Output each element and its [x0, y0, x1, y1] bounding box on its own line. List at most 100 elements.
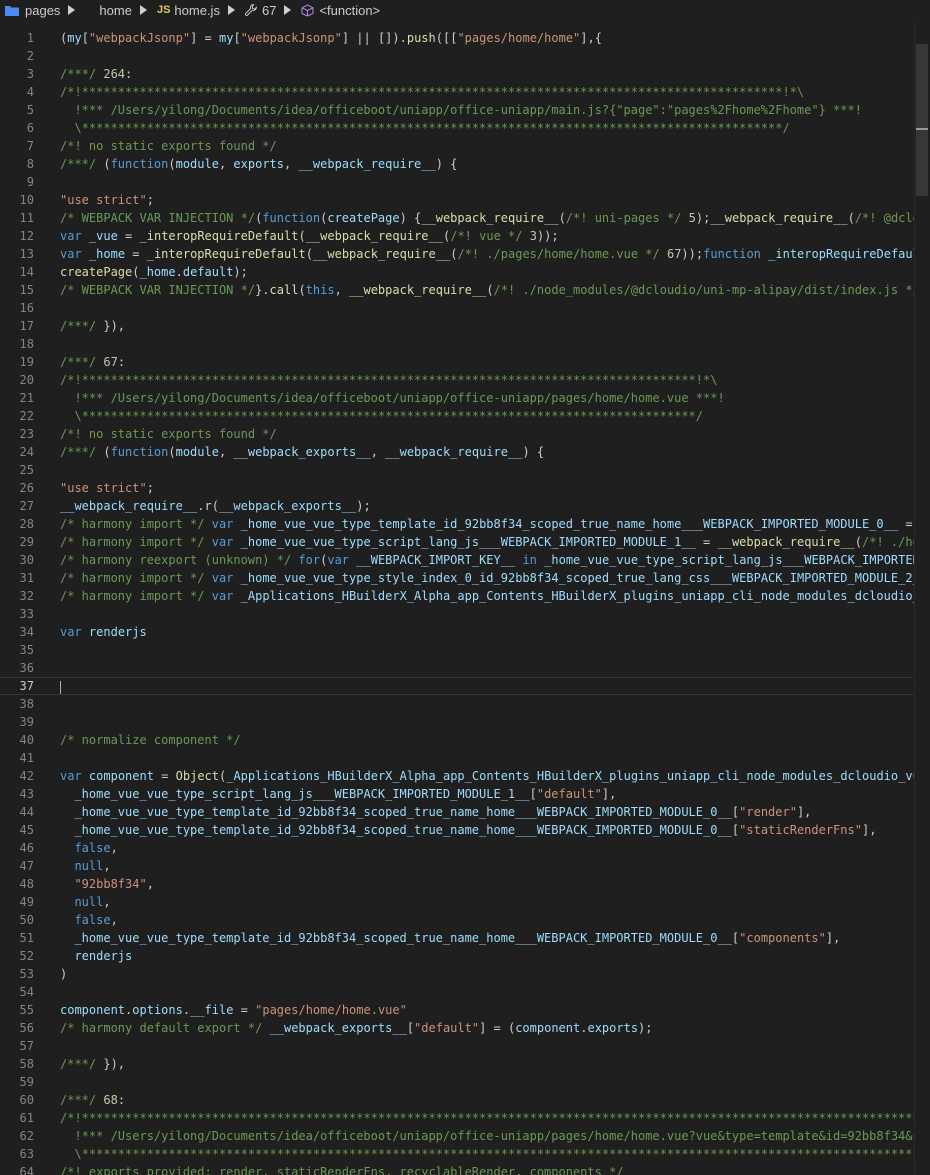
code-line[interactable]: 4 /*!************************************…: [0, 83, 930, 101]
code-line[interactable]: 48 "92bb8f34",: [0, 875, 930, 893]
code-text: null,: [74, 895, 111, 909]
code-line[interactable]: 17 /***/ }),: [0, 317, 930, 335]
code-line[interactable]: 14 createPage(_home.default);: [0, 263, 930, 281]
code-text: /***/ 68:: [60, 1093, 126, 1107]
code-text: false,: [74, 913, 118, 927]
code-line[interactable]: 22 \************************************…: [0, 407, 930, 425]
code-line[interactable]: 58 /***/ }),: [0, 1055, 930, 1073]
code-text: _home_vue_vue_type_template_id_92bb8f34_…: [74, 823, 877, 837]
code-line[interactable]: 32 /* harmony import */ var _Applications…: [0, 587, 930, 605]
code-text: /*! no static exports found */: [60, 427, 277, 441]
code-editor[interactable]: 1 (my["webpackJsonp"] = my["webpackJsonp"…: [0, 29, 930, 1175]
line-number: 55: [19, 1003, 34, 1017]
code-line[interactable]: 60 /***/ 68:: [0, 1091, 930, 1109]
code-line[interactable]: 46 false,: [0, 839, 930, 857]
text-cursor: [60, 681, 61, 694]
code-line[interactable]: 62 !*** /Users/yilong/Documents/idea/off…: [0, 1127, 930, 1145]
chevron-right-icon: [139, 5, 147, 15]
code-line[interactable]: 44 _home_vue_vue_type_template_id_92bb8f…: [0, 803, 930, 821]
code-line[interactable]: 52 renderjs: [0, 947, 930, 965]
code-line[interactable]: 19 /***/ 67:: [0, 353, 930, 371]
code-line[interactable]: 49 null,: [0, 893, 930, 911]
code-line[interactable]: 57: [0, 1037, 930, 1055]
line-number: 19: [19, 355, 34, 369]
code-text: /***/ }),: [60, 1057, 126, 1071]
line-number: 24: [19, 445, 34, 459]
code-line[interactable]: 26 "use strict";: [0, 479, 930, 497]
code-line[interactable]: 47 null,: [0, 857, 930, 875]
code-line[interactable]: 59: [0, 1073, 930, 1091]
function-cube-icon: [301, 3, 314, 17]
code-line[interactable]: 28 /* harmony import */ var _home_vue_vue…: [0, 515, 930, 533]
code-text: !*** /Users/yilong/Documents/idea/office…: [60, 103, 862, 117]
code-line[interactable]: 51 _home_vue_vue_type_template_id_92bb8f…: [0, 929, 930, 947]
code-line[interactable]: 35: [0, 641, 930, 659]
line-number: 60: [19, 1093, 34, 1107]
code-line[interactable]: 54: [0, 983, 930, 1001]
breadcrumb-file-label: home.js: [174, 2, 220, 18]
code-line[interactable]: 36: [0, 659, 930, 677]
line-number: 49: [19, 895, 34, 909]
code-line[interactable]: 15 /* WEBPACK VAR INJECTION */}.call(this…: [0, 281, 930, 299]
line-number: 62: [19, 1129, 34, 1143]
code-text: renderjs: [74, 949, 133, 963]
breadcrumb-folder-pages[interactable]: pages: [0, 0, 85, 20]
code-text: /***/ (function(module, __webpack_export…: [60, 445, 545, 459]
code-line[interactable]: 24 /***/ (function(module, __webpack_expo…: [0, 443, 930, 461]
code-line[interactable]: 30 /* harmony reexport (unknown) */ for(v…: [0, 551, 930, 569]
line-number: 20: [19, 373, 34, 387]
code-line[interactable]: 63 \************************************…: [0, 1145, 930, 1163]
breadcrumb-symbol-module[interactable]: 67: [244, 0, 301, 20]
line-number: 51: [19, 931, 34, 945]
code-line[interactable]: 50 false,: [0, 911, 930, 929]
code-line[interactable]: 11 /* WEBPACK VAR INJECTION */(function(c…: [0, 209, 930, 227]
breadcrumb-folder-home[interactable]: home: [99, 0, 157, 20]
code-text: "92bb8f34",: [74, 877, 154, 891]
code-line[interactable]: 56 /* harmony default export */ __webpack…: [0, 1019, 930, 1037]
code-line[interactable]: 34 var renderjs: [0, 623, 930, 641]
code-line[interactable]: 61 /*!***********************************…: [0, 1109, 930, 1127]
code-line[interactable]: 5 !*** /Users/yilong/Documents/idea/offi…: [0, 101, 930, 119]
code-line[interactable]: 8 /***/ (function(module, exports, __webp…: [0, 155, 930, 173]
code-text: /***/ 67:: [60, 355, 126, 369]
scrollbar-thumb[interactable]: [916, 44, 928, 196]
code-line[interactable]: 33: [0, 605, 930, 623]
code-line[interactable]: 53): [0, 965, 930, 983]
code-line[interactable]: 25: [0, 461, 930, 479]
code-line[interactable]: 41: [0, 749, 930, 767]
line-number: 18: [19, 337, 34, 351]
code-line[interactable]: 64 /*! exports provided: render, staticRe…: [0, 1163, 930, 1175]
code-line[interactable]: 23 /*! no static exports found */: [0, 425, 930, 443]
overview-ruler-scrollbar[interactable]: [914, 20, 930, 1175]
code-line[interactable]: 13 var _home = _interopRequireDefault(__w…: [0, 245, 930, 263]
code-line[interactable]: 9: [0, 173, 930, 191]
line-number: 27: [19, 499, 34, 513]
code-text: /***/ (function(module, exports, __webpa…: [60, 157, 458, 171]
code-line[interactable]: 7 /*! no static exports found */: [0, 137, 930, 155]
code-line[interactable]: 31 /* harmony import */ var _home_vue_vue…: [0, 569, 930, 587]
code-line[interactable]: 12 var _vue = _interopRequireDefault(__we…: [0, 227, 930, 245]
code-line[interactable]: 40 /* normalize component */: [0, 731, 930, 749]
code-line[interactable]: 3 /***/ 264:: [0, 65, 930, 83]
code-line[interactable]: 16: [0, 299, 930, 317]
code-line[interactable]: 10 "use strict";: [0, 191, 930, 209]
code-line[interactable]: 55 component.options.__file = "pages/home…: [0, 1001, 930, 1019]
code-line[interactable]: 27 __webpack_require__.r(__webpack_export…: [0, 497, 930, 515]
code-line[interactable]: 6 \*************************************…: [0, 119, 930, 137]
code-line[interactable]: 38: [0, 695, 930, 713]
code-line[interactable]: 18: [0, 335, 930, 353]
code-line[interactable]: 1 (my["webpackJsonp"] = my["webpackJsonp"…: [0, 29, 930, 47]
breadcrumb-folder-label: pages: [25, 2, 61, 18]
code-line[interactable]: 37: [0, 677, 930, 695]
line-number: 9: [26, 175, 34, 189]
code-line[interactable]: 45 _home_vue_vue_type_template_id_92bb8f…: [0, 821, 930, 839]
code-line[interactable]: 43 _home_vue_vue_type_script_lang_js___W…: [0, 785, 930, 803]
code-line[interactable]: 21 !*** /Users/yilong/Documents/idea/off…: [0, 389, 930, 407]
code-line[interactable]: 29 /* harmony import */ var _home_vue_vue…: [0, 533, 930, 551]
code-line[interactable]: 39: [0, 713, 930, 731]
code-line[interactable]: 42 var component = Object(_Applications_H…: [0, 767, 930, 785]
breadcrumb-symbol-function[interactable]: <function>: [301, 0, 380, 20]
breadcrumb-file[interactable]: JS home.js: [157, 0, 245, 20]
code-line[interactable]: 2: [0, 47, 930, 65]
code-line[interactable]: 20 /*!***********************************…: [0, 371, 930, 389]
